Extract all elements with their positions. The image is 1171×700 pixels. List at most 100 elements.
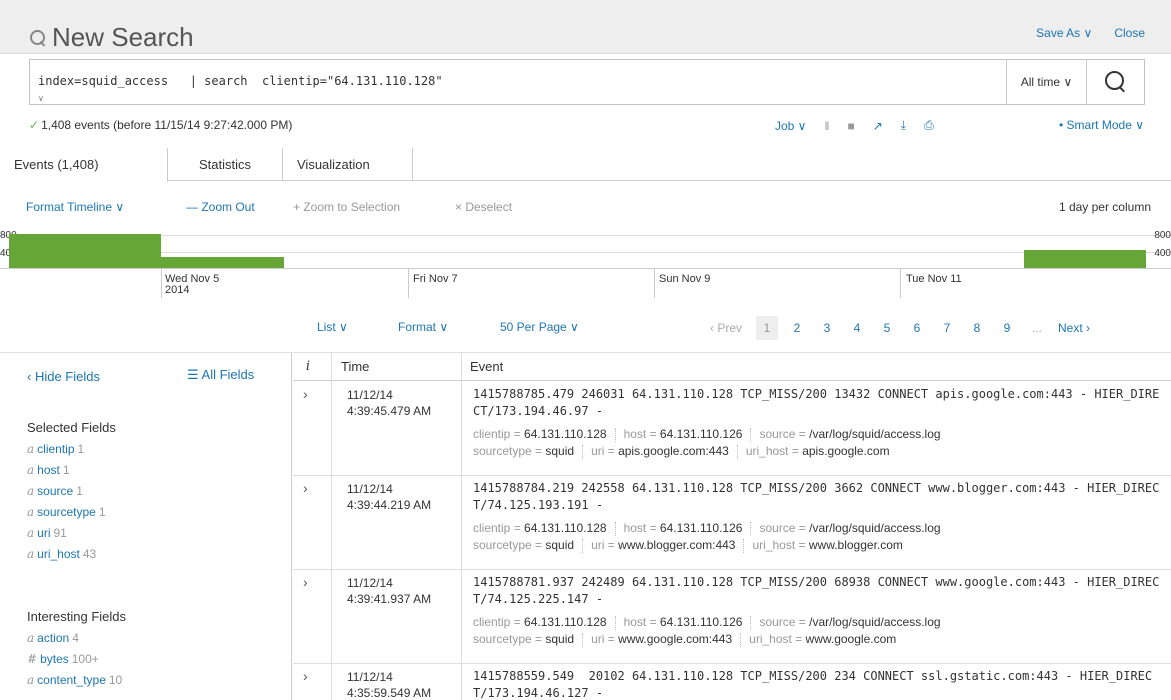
tab-visualization[interactable]: Visualization xyxy=(283,148,413,181)
page-button[interactable]: 8 xyxy=(966,321,988,335)
event-field-clientip[interactable]: clientip = 64.131.110.128 xyxy=(473,615,607,629)
expand-row-icon[interactable]: › xyxy=(303,386,308,402)
timeline-bar[interactable] xyxy=(9,234,161,268)
timeline-baseline xyxy=(0,268,1171,269)
field-item-content-type[interactable]: a content_type 10 xyxy=(27,673,122,687)
event-timestamp[interactable]: 11/12/14 4:39:41.937 AM xyxy=(347,575,431,607)
event-field-uri-host[interactable]: uri_host = www.blogger.com xyxy=(752,538,902,552)
time-range-picker[interactable]: All time ∨ xyxy=(1006,60,1086,104)
event-field-source[interactable]: source = /var/log/squid/access.log xyxy=(759,615,940,629)
prev-page-button[interactable]: ‹ Prev xyxy=(710,321,742,335)
event-field-sourcetype[interactable]: sourcetype = squid xyxy=(473,444,574,458)
page-button[interactable]: 6 xyxy=(906,321,928,335)
event-timestamp[interactable]: 11/12/14 4:39:45.479 AM xyxy=(347,387,431,419)
event-field-clientip[interactable]: clientip = 64.131.110.128 xyxy=(473,427,607,441)
field-key: host = xyxy=(623,427,660,441)
expand-row-icon[interactable]: › xyxy=(303,480,308,496)
field-item-uri-host[interactable]: a uri_host 43 xyxy=(27,547,96,561)
field-value: 64.131.110.126 xyxy=(659,521,743,535)
column-header-time[interactable]: Time xyxy=(341,359,369,374)
search-mode-menu[interactable]: • Smart Mode ∨ xyxy=(1059,118,1144,132)
pagination: ‹ Prev 1 2 3 4 5 6 7 8 9 ... Next › xyxy=(706,315,1094,341)
list-view-menu[interactable]: List ∨ xyxy=(317,320,348,334)
field-item-sourcetype[interactable]: a sourcetype 1 xyxy=(27,505,106,519)
print-icon[interactable]: ⎙ xyxy=(924,118,934,133)
field-item-bytes[interactable]: # bytes 100+ xyxy=(27,652,99,666)
field-name: uri xyxy=(37,526,51,540)
expand-query-icon[interactable]: ∨ xyxy=(38,94,52,104)
event-field-host[interactable]: host = 64.131.110.126 xyxy=(624,615,743,629)
timeline-scale: 1 day per column xyxy=(1058,200,1151,214)
page-button[interactable]: 4 xyxy=(846,321,868,335)
field-key: source = xyxy=(759,427,810,441)
column-header-event: Event xyxy=(470,359,504,374)
results-toolbar: List ∨ Format ∨ 50 Per Page ∨ ‹ Prev 1 2… xyxy=(0,315,1171,341)
event-field-host[interactable]: host = 64.131.110.126 xyxy=(624,521,743,535)
page-button[interactable]: 3 xyxy=(816,321,838,335)
event-timestamp[interactable]: 11/12/14 4:35:59.549 AM xyxy=(347,669,431,700)
event-field-uri-host[interactable]: uri_host = www.google.com xyxy=(749,632,896,646)
field-item-clientip[interactable]: a clientip 1 xyxy=(27,442,84,456)
search-mode-label: Smart Mode ∨ xyxy=(1066,118,1144,132)
events-table: i Time Event › 11/12/14 4:39:45.479 AM 1415… xyxy=(293,352,1171,700)
pause-icon[interactable]: ‖ xyxy=(824,119,829,133)
field-item-uri[interactable]: a uri 91 xyxy=(27,526,67,540)
timeline-date-year: 2014 xyxy=(165,284,190,296)
all-fields-button[interactable]: ☰ All Fields xyxy=(187,367,254,383)
job-menu[interactable]: Job ∨ xyxy=(775,119,806,133)
event-field-source[interactable]: source = /var/log/squid/access.log xyxy=(759,521,940,535)
string-type-icon: a xyxy=(27,463,35,477)
field-key: uri = xyxy=(591,538,619,552)
next-page-button[interactable]: Next › xyxy=(1058,321,1090,335)
event-field-host[interactable]: host = 64.131.110.126 xyxy=(624,427,743,441)
field-separator xyxy=(750,427,752,442)
page-button[interactable]: 5 xyxy=(876,321,898,335)
interesting-fields-heading: Interesting Fields xyxy=(27,609,126,624)
event-field-uri[interactable]: uri = apis.google.com:443 xyxy=(591,444,729,458)
close-button[interactable]: Close xyxy=(1114,26,1145,40)
event-field-uri[interactable]: uri = www.blogger.com:443 xyxy=(591,538,735,552)
timeline-bar[interactable] xyxy=(161,257,284,268)
per-page-menu[interactable]: 50 Per Page ∨ xyxy=(500,320,579,334)
format-timeline-menu[interactable]: Format Timeline ∨ xyxy=(26,200,124,214)
zoom-out-button[interactable]: — Zoom Out xyxy=(186,200,255,214)
event-field-uri[interactable]: uri = www.google.com:443 xyxy=(591,632,732,646)
title-bar: New Search Save As ∨ Close xyxy=(0,0,1171,54)
event-field-uri-host[interactable]: uri_host = apis.google.com xyxy=(746,444,890,458)
format-menu[interactable]: Format ∨ xyxy=(398,320,448,334)
save-as-button[interactable]: Save As ∨ xyxy=(1036,26,1092,40)
page-button[interactable]: 9 xyxy=(996,321,1018,335)
search-input[interactable]: index=squid_access | search clientip="64… xyxy=(38,74,443,88)
page-button[interactable]: 7 xyxy=(936,321,958,335)
field-separator xyxy=(750,521,752,536)
tab-events[interactable]: Events (1,408) xyxy=(0,148,168,182)
export-icon[interactable]: ⤓ xyxy=(901,118,906,133)
hide-fields-button[interactable]: ‹ Hide Fields xyxy=(27,369,100,384)
event-timestamp[interactable]: 11/12/14 4:39:44.219 AM xyxy=(347,481,431,513)
field-separator xyxy=(736,444,738,459)
timeline-bar[interactable] xyxy=(1024,250,1146,268)
field-item-action[interactable]: a action 4 xyxy=(27,631,79,645)
field-name: content_type xyxy=(37,673,106,687)
search-button[interactable] xyxy=(1086,60,1144,104)
timeline-tick xyxy=(408,268,409,298)
event-field-clientip[interactable]: clientip = 64.131.110.128 xyxy=(473,521,607,535)
deselect-button[interactable]: × Deselect xyxy=(455,200,512,214)
stop-icon[interactable]: ■ xyxy=(847,119,854,133)
field-count: 10 xyxy=(108,673,123,687)
share-icon[interactable]: ↗ xyxy=(873,119,883,133)
page-button[interactable]: 2 xyxy=(786,321,808,335)
event-field-source[interactable]: source = /var/log/squid/access.log xyxy=(759,427,940,441)
tab-statistics[interactable]: Statistics xyxy=(168,148,283,181)
expand-row-icon[interactable]: › xyxy=(303,574,308,590)
field-item-source[interactable]: a source 1 xyxy=(27,484,83,498)
selected-fields-heading: Selected Fields xyxy=(27,420,116,435)
page-button[interactable]: 1 xyxy=(756,316,779,340)
field-separator xyxy=(582,538,584,553)
event-field-sourcetype[interactable]: sourcetype = squid xyxy=(473,538,574,552)
field-item-host[interactable]: a host 1 xyxy=(27,463,70,477)
zoom-to-selection-button[interactable]: + Zoom to Selection xyxy=(293,200,400,214)
event-field-sourcetype[interactable]: sourcetype = squid xyxy=(473,632,574,646)
expand-row-icon[interactable]: › xyxy=(303,668,308,684)
field-key: sourcetype = xyxy=(473,632,546,646)
